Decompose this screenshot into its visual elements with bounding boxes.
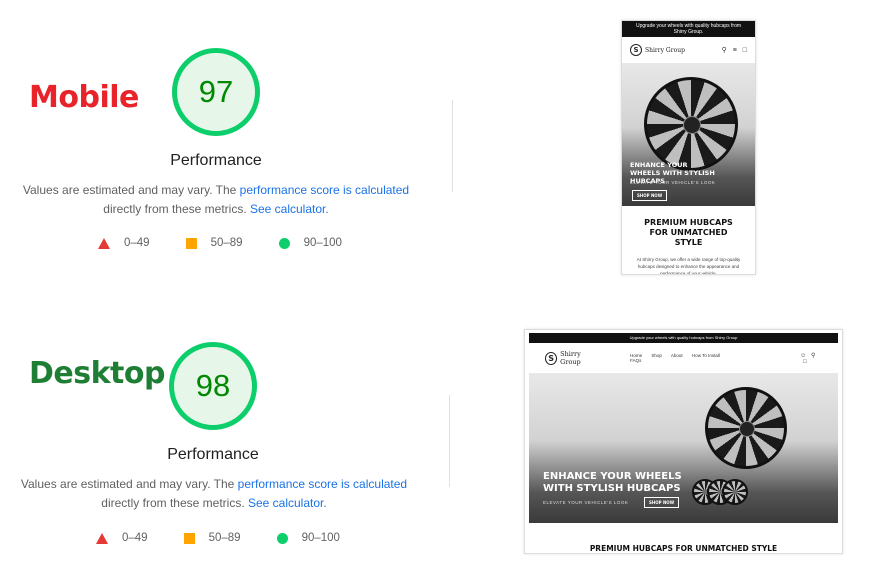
mobile-desc-text2: directly from these metrics.	[103, 202, 250, 216]
desktop-divider	[449, 395, 450, 487]
desktop-logo-text: Shirry Group	[560, 350, 581, 366]
desktop-logo: S Shirry Group	[545, 350, 600, 366]
desktop-hero-subtitle: ELEVATE YOUR VEHICLE'S LOOK	[543, 500, 629, 505]
legend-average: 50–89	[185, 237, 243, 249]
mobile-section-heading: PREMIUM HUBCAPS FOR UNMATCHED STYLE	[644, 218, 733, 247]
cart-icon[interactable]: □	[743, 47, 747, 54]
mobile-logo-text: Shirry Group	[645, 46, 685, 54]
legend-average-label: 50–89	[208, 532, 241, 544]
mobile-announcement-bar: Upgrade your wheels with quality hubcaps…	[622, 21, 755, 37]
search-icon[interactable]: ⚲	[722, 47, 727, 54]
desktop-section-heading: PREMIUM HUBCAPS FOR UNMATCHED STYLE	[589, 544, 778, 553]
mobile-score: 97	[198, 74, 234, 109]
legend-pass: 90–100	[276, 532, 340, 544]
desktop-desc-text: Values are estimated and may vary. The	[20, 477, 238, 491]
mobile-divider	[452, 100, 453, 192]
hubcap-image	[644, 77, 738, 171]
mobile-shop-now-button[interactable]: SHOP NOW	[632, 190, 668, 201]
hubcap-image	[705, 387, 787, 469]
fail-triangle-icon	[96, 532, 108, 544]
mobile-description: Values are estimated and may vary. The p…	[10, 181, 422, 219]
menu-icon[interactable]: ≡	[733, 47, 737, 54]
average-square-icon	[185, 237, 197, 249]
legend-average-label: 50–89	[210, 237, 243, 249]
mobile-logo: S Shirry Group	[630, 44, 685, 56]
average-square-icon	[183, 532, 195, 544]
legend-fail: 0–49	[98, 237, 150, 249]
mobile-header: S Shirry Group ⚲ ≡ □	[622, 37, 755, 63]
legend-fail-label: 0–49	[124, 237, 150, 249]
desktop-score: 98	[195, 368, 231, 403]
legend-fail: 0–49	[96, 532, 148, 544]
mobile-label: Mobile	[29, 80, 139, 115]
logo-s-icon: S	[545, 351, 558, 365]
mobile-desc-text: Values are estimated and may vary. The	[22, 183, 240, 197]
desktop-label: Desktop	[29, 356, 165, 391]
pass-circle-icon	[278, 237, 290, 249]
nav-about[interactable]: About	[671, 353, 683, 358]
logo-s-icon: S	[630, 44, 642, 56]
desktop-legend: 0–49 50–89 90–100	[96, 532, 376, 544]
desktop-hero-heading-1: ENHANCE YOUR WHEELS	[543, 471, 682, 482]
legend-pass-label: 90–100	[303, 237, 342, 249]
account-icon[interactable]: ☺	[800, 353, 806, 359]
mobile-header-icons: ⚲ ≡ □	[722, 46, 747, 54]
legend-fail-label: 0–49	[122, 532, 148, 544]
desktop-see-calculator-link[interactable]: See calculator.	[248, 496, 327, 510]
desktop-score-gauge: 98	[169, 342, 257, 430]
mobile-score-gauge: 97	[172, 48, 260, 136]
mobile-performance-title: Performance	[170, 152, 262, 169]
desktop-performance-score-link[interactable]: performance score is calculated	[238, 477, 407, 491]
mobile-performance-score-link[interactable]: performance score is calculated	[240, 183, 409, 197]
cart-icon[interactable]: □	[803, 359, 807, 365]
mobile-hero-subtitle: ELEVATE YOUR VEHICLE'S LOOK	[630, 180, 716, 185]
legend-pass-label: 90–100	[301, 532, 340, 544]
desktop-screenshot-preview: Upgrade your wheels with quality hubcaps…	[524, 329, 843, 554]
legend-pass: 90–100	[278, 237, 342, 249]
nav-faqs[interactable]: FAQs	[630, 358, 641, 363]
desktop-desc-text2: directly from these metrics.	[101, 496, 248, 510]
desktop-header-icons: ☺ ⚲ □	[800, 352, 822, 365]
mobile-legend: 0–49 50–89 90–100	[98, 237, 378, 249]
mobile-see-calculator-link[interactable]: See calculator.	[250, 202, 329, 216]
legend-average: 50–89	[183, 532, 241, 544]
nav-how-to-install[interactable]: How To Install	[692, 353, 720, 358]
desktop-nav: Home Shop About How To Install FAQs	[630, 353, 740, 363]
desktop-hero-heading-2: WITH STYLISH HUBCAPS	[543, 483, 681, 494]
mobile-hero-banner: ENHANCE YOUR WHEELS WITH STYLISH HUBCAPS…	[622, 63, 755, 206]
mobile-section-body: At Shirry Group, we offer a wide range o…	[636, 257, 741, 275]
pass-circle-icon	[276, 532, 288, 544]
desktop-performance-title: Performance	[167, 446, 259, 463]
nav-shop[interactable]: Shop	[651, 353, 662, 358]
desktop-hero-banner: ENHANCE YOUR WHEELS WITH STYLISH HUBCAPS…	[529, 373, 838, 523]
desktop-announcement-bar: Upgrade your wheels with quality hubcaps…	[529, 333, 838, 343]
search-icon[interactable]: ⚲	[811, 353, 815, 359]
desktop-header: S Shirry Group Home Shop About How To In…	[525, 343, 842, 373]
desktop-shop-now-button[interactable]: SHOP NOW	[644, 497, 680, 508]
mobile-screenshot-preview: Upgrade your wheels with quality hubcaps…	[621, 20, 756, 275]
desktop-description: Values are estimated and may vary. The p…	[8, 475, 420, 513]
hubcap-set-small-3	[722, 479, 748, 505]
fail-triangle-icon	[98, 237, 110, 249]
